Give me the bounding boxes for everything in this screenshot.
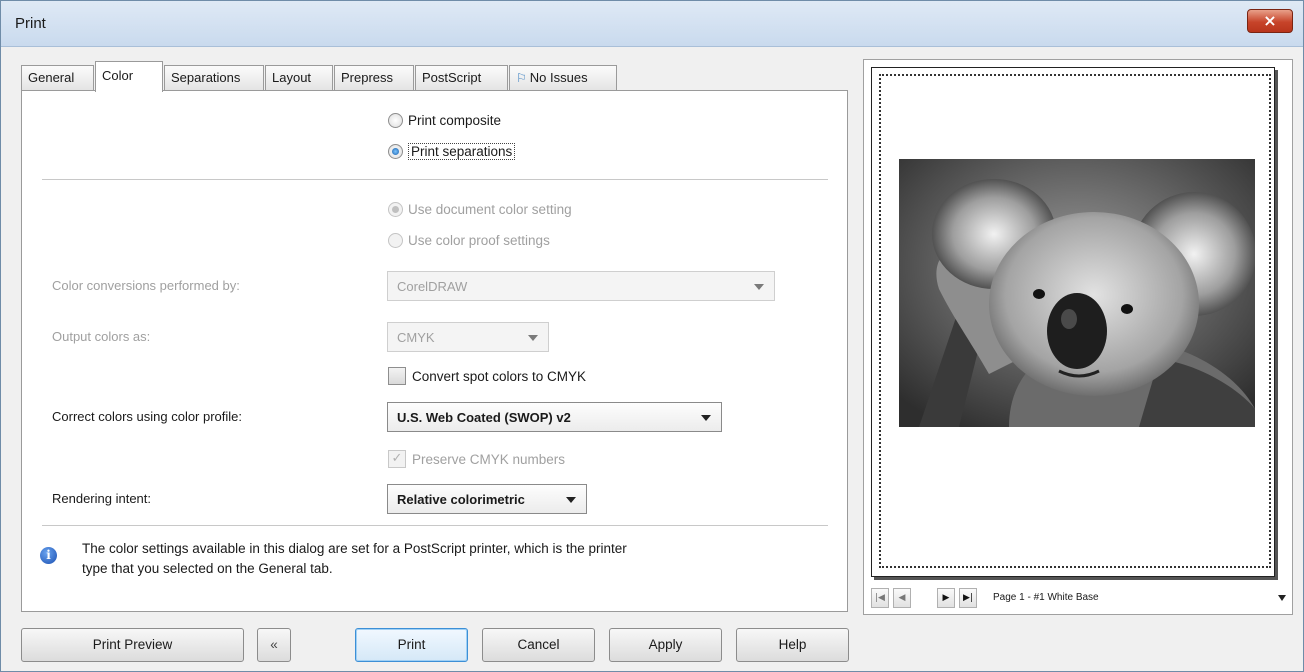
print-separations-radio[interactable] <box>388 144 403 159</box>
close-button[interactable]: × <box>1247 9 1293 33</box>
print-dialog: Print × General Color Separations Layout… <box>0 0 1304 672</box>
use-document-color-setting-radio <box>388 202 403 217</box>
print-composite-label: Print composite <box>408 113 502 128</box>
rendering-intent-value: Relative colorimetric <box>397 492 525 507</box>
correct-colors-label: Correct colors using color profile: <box>52 409 243 424</box>
previous-page-button[interactable]: ◀ <box>893 588 911 608</box>
issues-icon: ⚐ <box>516 71 527 85</box>
output-colors-dropdown: CMYK <box>387 322 549 352</box>
tab-postscript[interactable]: PostScript <box>415 65 508 91</box>
color-profile-value: U.S. Web Coated (SWOP) v2 <box>397 410 571 425</box>
koala-preview-image <box>899 159 1255 427</box>
preserve-cmyk-label: Preserve CMYK numbers <box>412 451 566 467</box>
apply-button[interactable]: Apply <box>609 628 722 662</box>
print-composite-radio[interactable] <box>388 113 403 128</box>
divider-top <box>42 179 828 180</box>
chevron-down-icon <box>566 497 576 503</box>
color-conversions-label: Color conversions performed by: <box>52 278 240 293</box>
page-select-dropdown[interactable]: Page 1 - #1 White Base <box>990 588 1290 608</box>
first-page-button[interactable]: |◀ <box>871 588 889 608</box>
output-colors-label: Output colors as: <box>52 329 151 344</box>
color-profile-dropdown[interactable]: U.S. Web Coated (SWOP) v2 <box>387 402 722 432</box>
help-button[interactable]: Help <box>736 628 849 662</box>
output-colors-value: CMYK <box>397 330 435 345</box>
convert-spot-colors-label: Convert spot colors to CMYK <box>412 368 587 384</box>
cancel-button[interactable]: Cancel <box>482 628 595 662</box>
chevron-down-icon <box>528 335 538 341</box>
use-color-proof-settings-label: Use color proof settings <box>408 233 550 248</box>
use-document-color-setting-option: Use document color setting <box>388 202 572 217</box>
info-text-line2: type that you selected on the General ta… <box>82 561 333 576</box>
chevron-down-icon <box>701 415 711 421</box>
rendering-intent-dropdown[interactable]: Relative colorimetric <box>387 484 587 514</box>
preserve-cmyk-option: ✓ Preserve CMYK numbers <box>388 450 565 468</box>
color-settings-panel: Print composite Print separations Use do… <box>21 90 848 612</box>
tab-general[interactable]: General <box>21 65 94 91</box>
print-separations-label: Print separations <box>408 143 516 160</box>
window-title: Print <box>15 15 46 32</box>
next-page-button[interactable]: ▶ <box>937 588 955 608</box>
color-conversions-value: CorelDRAW <box>397 279 468 294</box>
divider-bottom <box>42 525 828 526</box>
title-bar: Print × <box>1 1 1303 47</box>
chevron-down-icon <box>754 284 764 290</box>
preserve-cmyk-checkbox: ✓ <box>388 450 406 468</box>
tab-no-issues[interactable]: ⚐ No Issues <box>509 65 617 91</box>
info-text-line1: The color settings available in this dia… <box>82 541 627 556</box>
chevron-down-icon <box>1278 595 1286 601</box>
tab-layout[interactable]: Layout <box>265 65 333 91</box>
info-icon: i <box>40 547 57 564</box>
tab-separations[interactable]: Separations <box>164 65 264 91</box>
convert-spot-colors-checkbox[interactable] <box>388 367 406 385</box>
print-preview-button[interactable]: Print Preview <box>21 628 244 662</box>
use-color-proof-settings-radio <box>388 233 403 248</box>
tab-prepress[interactable]: Prepress <box>334 65 414 91</box>
convert-spot-colors-option[interactable]: Convert spot colors to CMYK <box>388 367 586 385</box>
color-conversions-dropdown: CorelDRAW <box>387 271 775 301</box>
print-button[interactable]: Print <box>355 628 468 662</box>
use-document-color-setting-label: Use document color setting <box>408 202 572 217</box>
collapse-preview-button[interactable]: « <box>257 628 291 662</box>
print-composite-option[interactable]: Print composite <box>388 113 501 128</box>
page-select-value: Page 1 - #1 White Base <box>993 592 1099 603</box>
tab-color[interactable]: Color <box>95 61 163 92</box>
rendering-intent-label: Rendering intent: <box>52 491 152 506</box>
last-page-button[interactable]: ▶| <box>959 588 977 608</box>
print-separations-option[interactable]: Print separations <box>388 143 516 160</box>
use-color-proof-settings-option: Use color proof settings <box>388 233 550 248</box>
tab-no-issues-label: No Issues <box>529 70 588 85</box>
